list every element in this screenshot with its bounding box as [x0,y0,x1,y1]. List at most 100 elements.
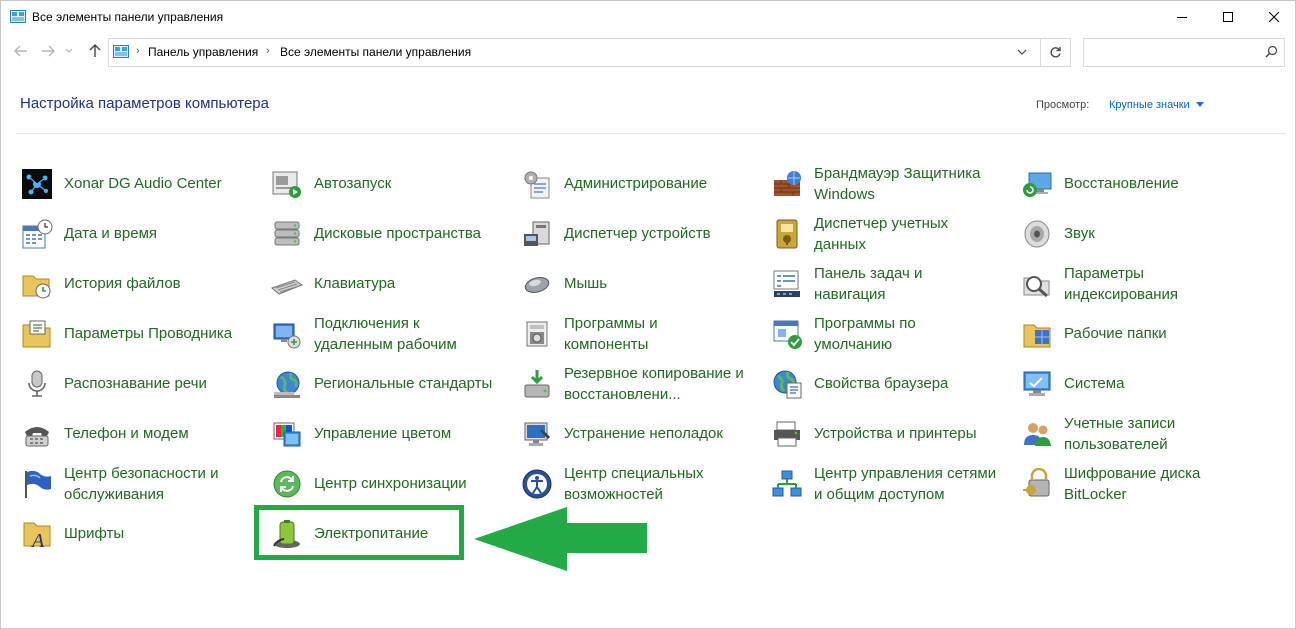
item-xonar-audio[interactable]: Xonar DG Audio Center [21,162,261,206]
item-label[interactable]: Резервное копирование и восстановлени... [564,363,744,405]
forward-button[interactable] [38,41,58,61]
xonar-audio-icon[interactable] [21,168,53,200]
chevron-down-icon[interactable] [1016,46,1028,58]
recovery-icon[interactable] [1021,168,1053,200]
item-label[interactable]: Телефон и модем [64,423,189,444]
breadcrumb-separator-icon[interactable]: › [266,45,270,57]
item-label[interactable]: Шифрование диска BitLocker [1064,463,1200,505]
color-management-icon[interactable] [271,418,303,450]
item-programs[interactable]: Программы и компоненты [521,312,761,356]
breadcrumb-all-items[interactable]: Все элементы панели управления [280,45,471,59]
item-label[interactable]: Брандмауэр Защитника Windows [814,163,980,205]
region-globe-icon[interactable] [271,368,303,400]
item-label[interactable]: Звук [1064,223,1095,244]
sync-center-icon[interactable] [271,468,303,500]
item-label[interactable]: Дата и время [64,223,157,244]
internet-options-icon[interactable] [771,368,803,400]
item-label[interactable]: Шрифты [64,523,124,544]
breadcrumb-separator-icon[interactable]: › [136,45,140,57]
item-label[interactable]: Параметры Проводника [64,323,232,344]
item-label[interactable]: Параметры индексирования [1064,263,1178,305]
item-label[interactable]: Центр синхронизации [314,473,467,494]
item-label[interactable]: Система [1064,373,1124,394]
item-user-accounts[interactable]: Учетные записи пользователей [1021,412,1261,456]
item-label[interactable]: Рабочие папки [1064,323,1167,344]
troubleshooting-icon[interactable] [521,418,553,450]
item-taskbar[interactable]: Панель задач и навигация [771,262,1011,306]
item-security-flag[interactable]: Центр безопасности и обслуживания [21,462,261,506]
security-flag-icon[interactable] [21,468,53,500]
sound-icon[interactable] [1021,218,1053,250]
item-explorer-options[interactable]: Параметры Проводника [21,312,261,356]
dropdown-caret-icon[interactable] [1195,101,1204,107]
item-label[interactable]: Региональные стандарты [314,373,492,394]
item-remote-desktop[interactable]: Подключения к удаленным рабочим [271,312,511,356]
mouse-icon[interactable] [521,268,553,300]
address-bar[interactable]: › Панель управления › Все элементы панел… [108,38,1041,67]
recent-locations-button[interactable] [62,41,76,61]
item-label[interactable]: Диспетчер учетных данных [814,213,948,255]
item-fonts[interactable]: A Шрифты [21,512,261,556]
item-credential-manager[interactable]: Диспетчер учетных данных [771,212,1011,256]
work-folders-icon[interactable] [1021,318,1053,350]
item-default-programs[interactable]: Программы по умолчанию [771,312,1011,356]
item-label[interactable]: Программы по умолчанию [814,313,916,355]
up-button[interactable] [85,41,105,61]
item-label[interactable]: Панель задач и навигация [814,263,922,305]
item-device-manager[interactable]: Диспетчер устройств [521,212,761,256]
item-recovery[interactable]: Восстановление [1021,162,1261,206]
item-label[interactable]: Дисковые пространства [314,223,481,244]
item-mouse[interactable]: Мышь [521,262,761,306]
search-icon[interactable] [1265,45,1278,58]
item-label[interactable]: Подключения к удаленным рабочим [314,313,457,355]
refresh-button[interactable] [1040,38,1071,67]
item-label[interactable]: Клавиатура [314,273,395,294]
item-indexing[interactable]: Параметры индексирования [1021,262,1261,306]
item-backup[interactable]: Резервное копирование и восстановлени... [521,362,761,406]
storage-spaces-icon[interactable] [271,218,303,250]
item-file-history[interactable]: История файлов [21,262,261,306]
breadcrumb-control-panel[interactable]: Панель управления [148,45,258,59]
explorer-options-icon[interactable] [21,318,53,350]
item-internet-options[interactable]: Свойства браузера [771,362,1011,406]
back-button[interactable] [11,41,31,61]
item-label[interactable]: Центр безопасности и обслуживания [64,463,218,505]
item-ease-of-access[interactable]: Центр специальных возможностей [521,462,761,506]
item-label[interactable]: История файлов [64,273,181,294]
remote-desktop-icon[interactable] [271,318,303,350]
autoplay-icon[interactable] [271,168,303,200]
maximize-button[interactable] [1205,1,1251,32]
item-storage-spaces[interactable]: Дисковые пространства [271,212,511,256]
user-accounts-icon[interactable] [1021,418,1053,450]
item-system[interactable]: Система [1021,362,1261,406]
item-date-time[interactable]: Дата и время [21,212,261,256]
item-label[interactable]: Устройства и принтеры [814,423,976,444]
item-label[interactable]: Программы и компоненты [564,313,658,355]
item-label[interactable]: Автозапуск [314,173,391,194]
bitlocker-icon[interactable] [1021,468,1053,500]
item-sound[interactable]: Звук [1021,212,1261,256]
network-center-icon[interactable] [771,468,803,500]
item-label[interactable]: Свойства браузера [814,373,948,394]
search-input[interactable] [1088,43,1262,63]
item-label[interactable]: Xonar DG Audio Center [64,173,222,194]
item-region-globe[interactable]: Региональные стандарты [271,362,511,406]
credential-manager-icon[interactable] [771,218,803,250]
item-sync-center[interactable]: Центр синхронизации [271,462,511,506]
item-network-center[interactable]: Центр управления сетями и общим доступом [771,462,1011,506]
close-button[interactable] [1251,1,1296,32]
microphone-icon[interactable] [21,368,53,400]
item-color-management[interactable]: Управление цветом [271,412,511,456]
item-work-folders[interactable]: Рабочие папки [1021,312,1261,356]
item-admin-tools[interactable]: Администрирование [521,162,761,206]
keyboard-icon[interactable] [271,268,303,300]
admin-tools-icon[interactable] [521,168,553,200]
file-history-icon[interactable] [21,268,53,300]
item-label[interactable]: Мышь [564,273,607,294]
system-icon[interactable] [1021,368,1053,400]
search-box[interactable] [1083,38,1285,67]
item-label[interactable]: Управление цветом [314,423,451,444]
title-bar[interactable]: Все элементы панели управления [1,1,1295,32]
ease-of-access-icon[interactable] [521,468,553,500]
item-label[interactable]: Учетные записи пользователей [1064,413,1175,455]
